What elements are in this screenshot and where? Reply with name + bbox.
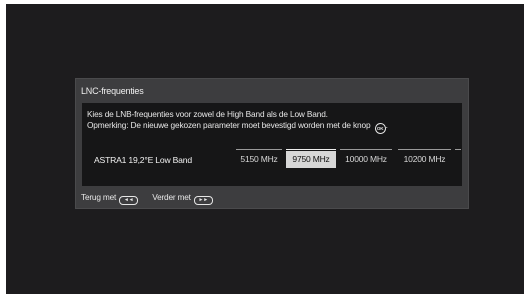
description-line-2-text: Opmerking: De nieuwe gekozen parameter m… [87,120,371,130]
tv-screen: LNC-frequenties Kies de LNB-frequenties … [6,4,524,294]
dialog-title: LNC-frequenties [81,86,144,96]
next-hint[interactable]: Verder met ►► [152,192,213,205]
frequency-option-10000[interactable]: 10000 MHz [340,149,392,170]
description-line-2: Opmerking: De nieuwe gekozen parameter m… [87,120,457,134]
frequency-option-10200[interactable]: 10200 MHz [398,149,451,170]
description-line-1: Kies de LNB-frequenties voor zowel de Hi… [87,109,328,119]
frequency-option-9750[interactable]: 9750 MHz [286,149,336,168]
next-label: Verder met [152,192,191,202]
forward-key-icon: ►► [193,196,213,205]
rewind-key-icon: ◄◄ [119,196,139,205]
band-label: ASTRA1 19,2°E Low Band [94,155,192,165]
dialog-content: Kies de LNB-frequenties voor zowel de Hi… [82,103,462,186]
back-hint[interactable]: Terug met ◄◄ [81,192,140,205]
frequency-option-5150[interactable]: 5150 MHz [236,149,282,170]
back-label: Terug met [81,192,117,202]
lnc-frequencies-dialog: LNC-frequenties Kies de LNB-frequenties … [76,79,468,208]
ok-button-icon: OK [374,123,386,134]
dialog-footer: Terug met ◄◄ Verder met ►► [81,192,225,205]
more-options-indicator [455,149,461,170]
dialog-description: Kies de LNB-frequenties voor zowel de Hi… [87,109,457,134]
